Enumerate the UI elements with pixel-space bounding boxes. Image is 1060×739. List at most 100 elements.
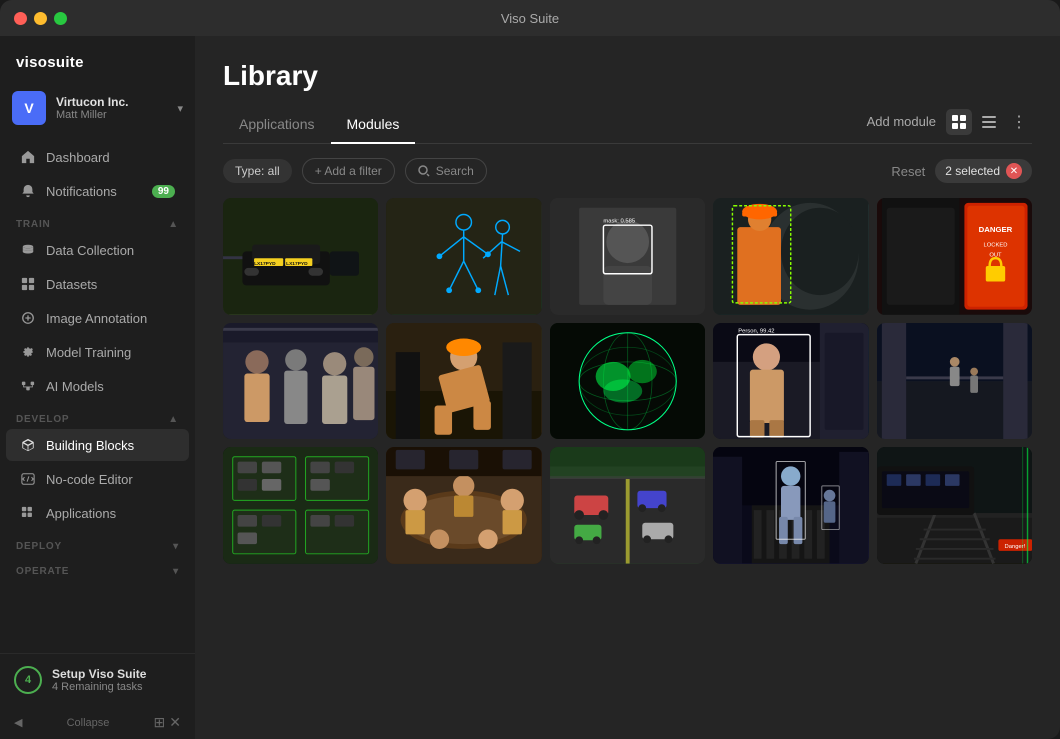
setup-progress-circle: 4 (14, 666, 42, 694)
sidebar-item-ai-models[interactable]: AI Models (6, 370, 189, 402)
type-filter-chip[interactable]: Type: all (223, 159, 292, 183)
clear-selection-button[interactable]: ✕ (1006, 163, 1022, 179)
module-card[interactable]: Person, 99.42 (713, 323, 868, 440)
no-code-editor-label: No-code Editor (46, 472, 133, 487)
settings-icon (20, 344, 36, 360)
ai-models-label: AI Models (46, 379, 104, 394)
module-card[interactable]: DANGER LOCKED OUT (877, 198, 1032, 315)
dashboard-label: Dashboard (46, 150, 110, 165)
module-grid-area: LX17PYD LX17PYD (195, 198, 1060, 739)
maximize-button[interactable] (54, 12, 67, 25)
module-card[interactable] (223, 323, 378, 440)
database-icon (20, 242, 36, 258)
account-user: Matt Miller (56, 109, 167, 121)
apps-icon (20, 505, 36, 521)
minimize-button[interactable] (34, 12, 47, 25)
module-card[interactable] (877, 323, 1032, 440)
module-card[interactable] (386, 198, 541, 315)
titlebar: Viso Suite (0, 0, 1060, 36)
tab-modules[interactable]: Modules (331, 108, 416, 144)
svg-text:Person, 99.42: Person, 99.42 (738, 328, 774, 334)
filter-right: Reset 2 selected ✕ (891, 159, 1032, 183)
section-operate: OPERATE ▾ (0, 556, 195, 581)
search-icon (418, 165, 430, 177)
close-button[interactable] (14, 12, 27, 25)
sidebar-item-model-training[interactable]: Model Training (6, 336, 189, 368)
add-filter-button[interactable]: + Add a filter (302, 158, 395, 184)
section-deploy: DEPLOY ▾ (0, 531, 195, 556)
setup-text: Setup Viso Suite 4 Remaining tasks (52, 667, 181, 693)
svg-text:LX17PYD: LX17PYD (254, 261, 276, 267)
more-options-button[interactable]: ⋮ (1006, 109, 1032, 135)
applications-sidebar-label: Applications (46, 506, 116, 521)
traffic-lights (14, 12, 67, 25)
account-info: Virtucon Inc. Matt Miller (56, 95, 167, 121)
grid-icon (20, 276, 36, 292)
search-button[interactable]: Search (405, 158, 487, 184)
module-card[interactable] (550, 323, 705, 440)
reset-button[interactable]: Reset (891, 164, 925, 179)
brand-logo: visosuite (0, 36, 195, 83)
building-blocks-label: Building Blocks (46, 438, 134, 453)
collapse-label: Collapse (67, 717, 110, 729)
section-develop: DEVELOP ▲ (0, 404, 195, 429)
module-card[interactable] (550, 447, 705, 564)
svg-text:DANGER: DANGER (978, 225, 1012, 234)
sidebar-item-dashboard[interactable]: Dashboard (6, 141, 189, 173)
model-training-label: Model Training (46, 345, 131, 360)
module-card[interactable] (386, 447, 541, 564)
module-card[interactable]: Danger! (877, 447, 1032, 564)
module-card[interactable] (713, 447, 868, 564)
selected-count-badge: 2 selected ✕ (935, 159, 1032, 183)
notifications-badge: 99 (152, 185, 175, 198)
app-body: visosuite V Virtucon Inc. Matt Miller ▾ … (0, 36, 1060, 739)
module-card[interactable] (223, 447, 378, 564)
svg-text:LX17PYD: LX17PYD (286, 261, 308, 267)
sidebar-item-applications[interactable]: Applications (6, 497, 189, 529)
sidebar-item-image-annotation[interactable]: Image Annotation (6, 302, 189, 334)
sidebar-options-icon: ⊞ ✕ (154, 714, 181, 731)
tabs-bar: Applications Modules Add module ⋮ (223, 108, 1032, 144)
notifications-label: Notifications (46, 184, 117, 199)
view-toggle: ⋮ (946, 109, 1032, 135)
sidebar-item-datasets[interactable]: Datasets (6, 268, 189, 300)
chevron-up-icon-develop: ▲ (168, 414, 179, 425)
collapse-bar[interactable]: ◀ Collapse ⊞ ✕ (0, 706, 195, 739)
svg-text:LOCKED: LOCKED (983, 243, 1007, 249)
chevron-down-icon-operate: ▾ (173, 566, 179, 577)
nocode-icon (20, 471, 36, 487)
account-company: Virtucon Inc. (56, 95, 167, 109)
cube-icon (20, 437, 36, 453)
sidebar: visosuite V Virtucon Inc. Matt Miller ▾ … (0, 36, 195, 739)
tab-toolbar: Add module ⋮ (867, 109, 1032, 143)
add-module-button[interactable]: Add module (867, 114, 936, 129)
module-card[interactable]: mask: 0.585 (550, 198, 705, 315)
data-collection-label: Data Collection (46, 243, 134, 258)
chevron-down-icon: ▾ (177, 102, 183, 115)
filter-bar: Type: all + Add a filter Search Reset 2 … (195, 144, 1060, 198)
home-icon (20, 149, 36, 165)
datasets-label: Datasets (46, 277, 97, 292)
module-card[interactable]: LX17PYD LX17PYD (223, 198, 378, 315)
sidebar-item-data-collection[interactable]: Data Collection (6, 234, 189, 266)
module-grid: LX17PYD LX17PYD (223, 198, 1032, 564)
module-card[interactable] (386, 323, 541, 440)
bell-icon (20, 183, 36, 199)
window-title: Viso Suite (501, 11, 559, 26)
list-view-button[interactable] (976, 109, 1002, 135)
setup-viso-suite[interactable]: 4 Setup Viso Suite 4 Remaining tasks (14, 666, 181, 694)
account-switcher[interactable]: V Virtucon Inc. Matt Miller ▾ (0, 83, 195, 141)
main-content: Library Applications Modules Add module (195, 36, 1060, 739)
collapse-icon: ◀ (14, 716, 22, 729)
svg-text:mask: 0.585: mask: 0.585 (603, 218, 635, 224)
section-train: TRAIN ▲ (0, 209, 195, 234)
module-card[interactable] (713, 198, 868, 315)
annotation-icon (20, 310, 36, 326)
sidebar-item-no-code-editor[interactable]: No-code Editor (6, 463, 189, 495)
sidebar-item-notifications[interactable]: Notifications 99 (6, 175, 189, 207)
image-annotation-label: Image Annotation (46, 311, 147, 326)
grid-view-button[interactable] (946, 109, 972, 135)
tab-applications[interactable]: Applications (223, 108, 331, 144)
sidebar-item-building-blocks[interactable]: Building Blocks (6, 429, 189, 461)
chevron-up-icon: ▲ (168, 219, 179, 230)
